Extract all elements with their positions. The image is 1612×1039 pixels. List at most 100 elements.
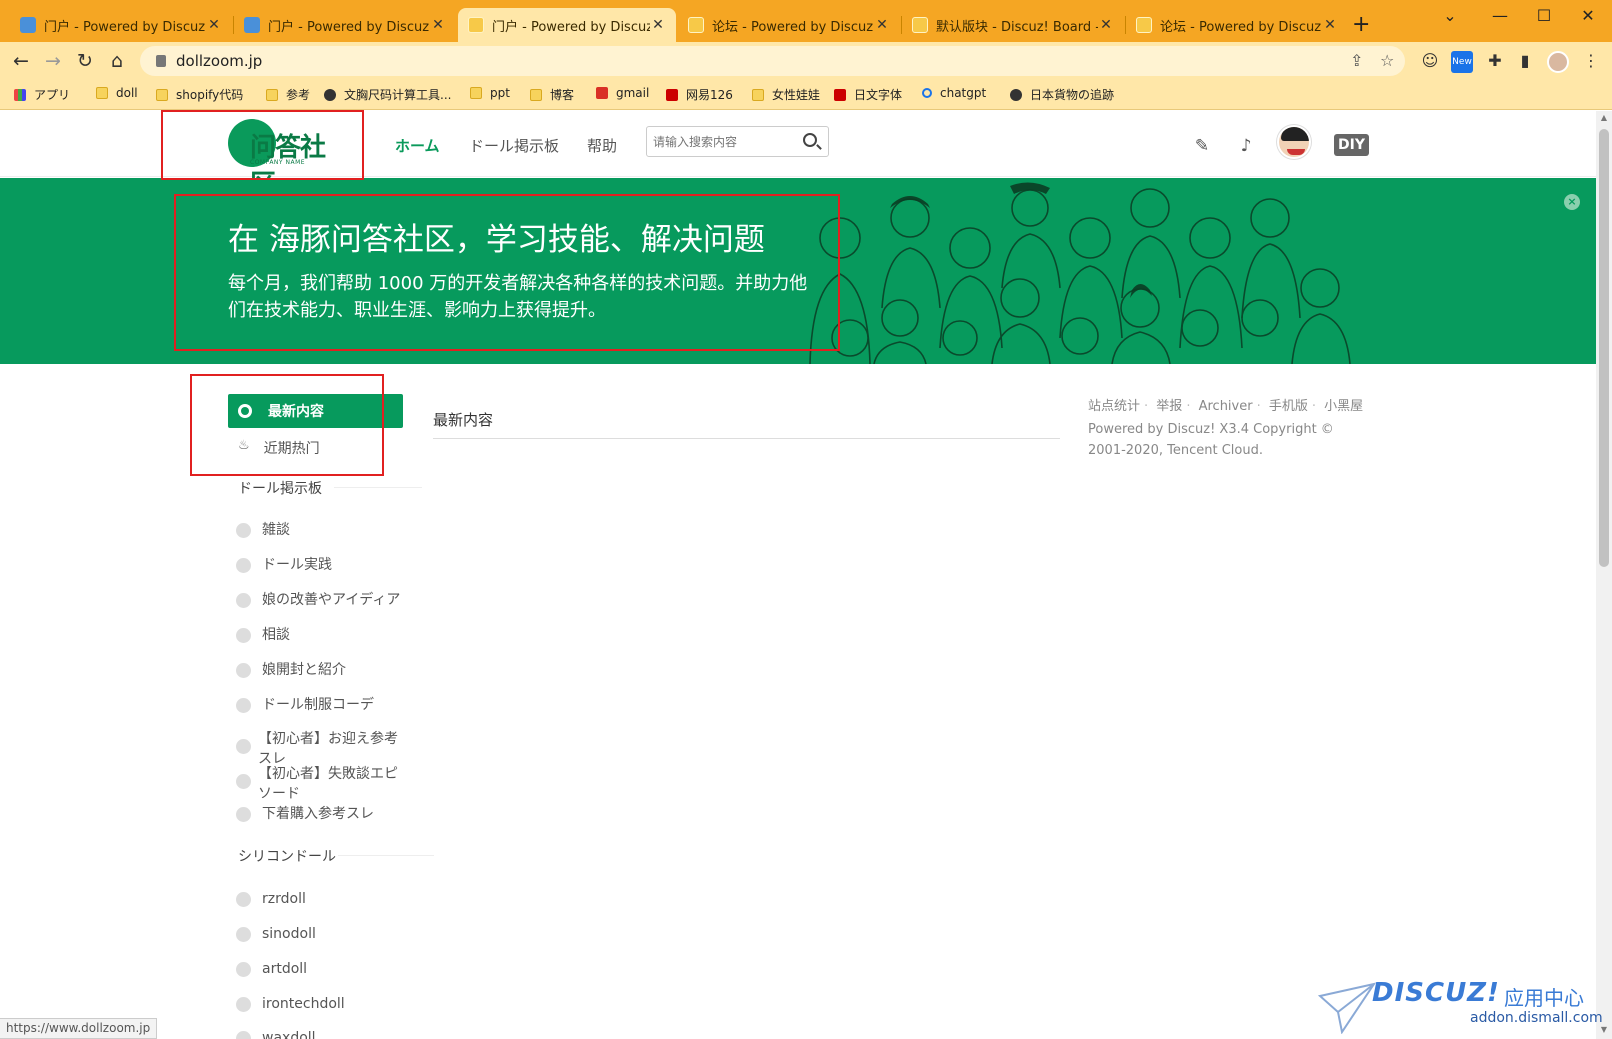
chat-extension-icon[interactable]: ☺	[1419, 51, 1441, 73]
nav-home[interactable]: ホーム	[395, 135, 440, 156]
forum-bubble-icon	[236, 663, 251, 678]
maximize-icon[interactable]: ☐	[1524, 6, 1564, 25]
scrollbar-thumb[interactable]	[1599, 129, 1609, 567]
diy-button[interactable]: DIY	[1334, 134, 1369, 156]
forum-item[interactable]: 【初心者】お迎え参考スレ	[236, 729, 416, 769]
edit-pencil-icon[interactable]: ✎	[1192, 136, 1212, 156]
folder-icon	[266, 88, 278, 101]
bookmark-item[interactable]: shopify代码	[156, 86, 243, 103]
window-close-icon[interactable]: ✕	[1568, 6, 1608, 25]
forum-name: 下着購入参考スレ	[262, 806, 374, 822]
user-avatar[interactable]	[1277, 125, 1311, 159]
tab-close-icon[interactable]: ✕	[874, 17, 890, 33]
bookmark-item[interactable]: 文胸尺码计算工具...	[324, 86, 451, 103]
menu-dots-icon[interactable]: ⋮	[1580, 51, 1602, 73]
browser-tab[interactable]: 论坛 - Powered by Discuz! ✕	[678, 8, 900, 42]
forum-item[interactable]: 【初心者】失敗談エピソード	[236, 764, 416, 804]
forum-item[interactable]: 下着購入参考スレ	[236, 804, 416, 844]
forum-name: 相談	[262, 627, 290, 643]
forum-name: 娘の改善やアイディア	[262, 592, 401, 608]
footer-link-archiver[interactable]: Archiver	[1199, 399, 1253, 414]
annotation-box-sidebar	[190, 374, 384, 476]
new-extension-badge[interactable]: New	[1451, 51, 1473, 73]
watermark-url: addon.dismall.com	[1470, 1010, 1603, 1026]
notification-bell-icon[interactable]: ♪	[1236, 136, 1256, 156]
browser-tab-active[interactable]: 门户 - Powered by Discuz! ✕	[458, 8, 676, 42]
banner-close-icon[interactable]: ×	[1564, 194, 1580, 210]
folder-icon	[530, 88, 542, 101]
address-bar[interactable]: dollzoom.jp ⇪ ☆	[140, 46, 1405, 76]
forum-group-title[interactable]: シリコンドール	[238, 846, 336, 866]
nav-help[interactable]: 帮助	[587, 135, 617, 156]
forum-item[interactable]: 相談	[236, 625, 416, 665]
watermark-cn: 应用中心	[1504, 986, 1584, 1010]
forum-bubble-icon	[236, 739, 251, 754]
share-icon[interactable]: ⇪	[1350, 51, 1363, 70]
profile-avatar[interactable]	[1547, 51, 1569, 73]
paper-plane-icon	[1318, 982, 1376, 1034]
bookmark-icon	[834, 88, 846, 101]
extensions-puzzle-icon[interactable]: ✚	[1484, 51, 1506, 73]
side-panel-icon[interactable]: ▮	[1514, 51, 1536, 73]
footer-link-stats[interactable]: 站点统计	[1088, 399, 1140, 414]
browser-tab[interactable]: 门户 - Powered by Discuz! ✕	[234, 8, 456, 42]
bookmark-icon	[1010, 88, 1022, 101]
forum-name: sinodoll	[262, 926, 316, 942]
forum-item[interactable]: 娘開封と紹介	[236, 660, 416, 700]
bookmark-label: chatgpt	[940, 86, 987, 100]
bookmark-item[interactable]: 日文字体	[834, 86, 902, 103]
forward-arrow-icon[interactable]: →	[40, 48, 66, 74]
home-icon[interactable]: ⌂	[104, 48, 130, 74]
forum-bubble-icon	[236, 962, 251, 977]
scroll-down-icon[interactable]: ▼	[1599, 1025, 1609, 1034]
search-input[interactable]	[653, 132, 793, 152]
tab-close-icon[interactable]: ✕	[1098, 17, 1114, 33]
tab-title: 默认版块 - Discuz! Board - P	[936, 19, 1098, 35]
back-arrow-icon[interactable]: ←	[8, 48, 34, 74]
discuz-watermark: DISCUZ! 应用中心 addon.dismall.com	[1318, 976, 1603, 1034]
bookmark-item[interactable]: 女性娃娃	[752, 86, 820, 103]
footer-link-mobile[interactable]: 手机版	[1269, 399, 1308, 414]
forum-item[interactable]: ドール実践	[236, 555, 416, 595]
forum-item[interactable]: waxdoll	[236, 1028, 416, 1039]
nav-doll-board[interactable]: ドール掲示板	[469, 135, 559, 156]
tab-close-icon[interactable]: ✕	[430, 17, 446, 33]
browser-tab[interactable]: 门户 - Powered by Discuz! ✕	[10, 8, 232, 42]
reload-icon[interactable]: ↻	[72, 48, 98, 74]
annotation-box-logo	[161, 110, 364, 180]
bookmark-item[interactable]: doll	[96, 86, 138, 100]
forum-bubble-icon	[236, 628, 251, 643]
forum-item[interactable]: artdoll	[236, 959, 416, 999]
new-tab-plus-icon[interactable]: +	[1352, 12, 1370, 37]
minimize-icon[interactable]: —	[1480, 6, 1520, 25]
bookmark-item[interactable]: ppt	[470, 86, 510, 100]
bookmark-item[interactable]: 网易126	[666, 86, 733, 103]
search-icon[interactable]	[803, 133, 817, 147]
page-scrollbar[interactable]: ▲ ▼	[1596, 111, 1612, 1039]
tab-close-icon[interactable]: ✕	[650, 17, 666, 33]
bookmark-star-icon[interactable]: ☆	[1380, 51, 1394, 70]
forum-item[interactable]: rzrdoll	[236, 889, 416, 929]
forum-item[interactable]: 娘の改善やアイディア	[236, 590, 416, 630]
tab-close-icon[interactable]: ✕	[206, 17, 222, 33]
footer-link-blacklist[interactable]: 小黑屋	[1324, 399, 1363, 414]
bookmark-item[interactable]: 参考	[266, 86, 310, 103]
tab-close-icon[interactable]: ✕	[1322, 17, 1338, 33]
bookmark-item[interactable]: 博客	[530, 86, 574, 103]
forum-group-title[interactable]: ドール掲示板	[238, 478, 322, 498]
bookmark-item[interactable]: アプリ	[14, 86, 70, 103]
forum-name: 娘開封と紹介	[262, 662, 346, 678]
forum-bubble-icon	[236, 774, 251, 789]
browser-tab[interactable]: 论坛 - Powered by Discuz! ✕	[1126, 8, 1348, 42]
forum-name: 【初心者】お迎え参考スレ	[258, 731, 398, 767]
bookmark-item[interactable]: gmail	[596, 86, 649, 100]
scroll-up-icon[interactable]: ▲	[1599, 113, 1609, 122]
forum-item[interactable]: sinodoll	[236, 924, 416, 964]
bookmark-item[interactable]: chatgpt	[922, 86, 986, 100]
browser-tab[interactable]: 默认版块 - Discuz! Board - P ✕	[902, 8, 1124, 42]
tab-search-chevron-icon[interactable]: ⌄	[1430, 6, 1470, 25]
search-box[interactable]	[646, 126, 829, 157]
forum-item[interactable]: 雑談	[236, 520, 416, 560]
footer-link-report[interactable]: 举报	[1156, 399, 1182, 414]
bookmark-item[interactable]: 日本貨物の追跡	[1010, 86, 1114, 103]
